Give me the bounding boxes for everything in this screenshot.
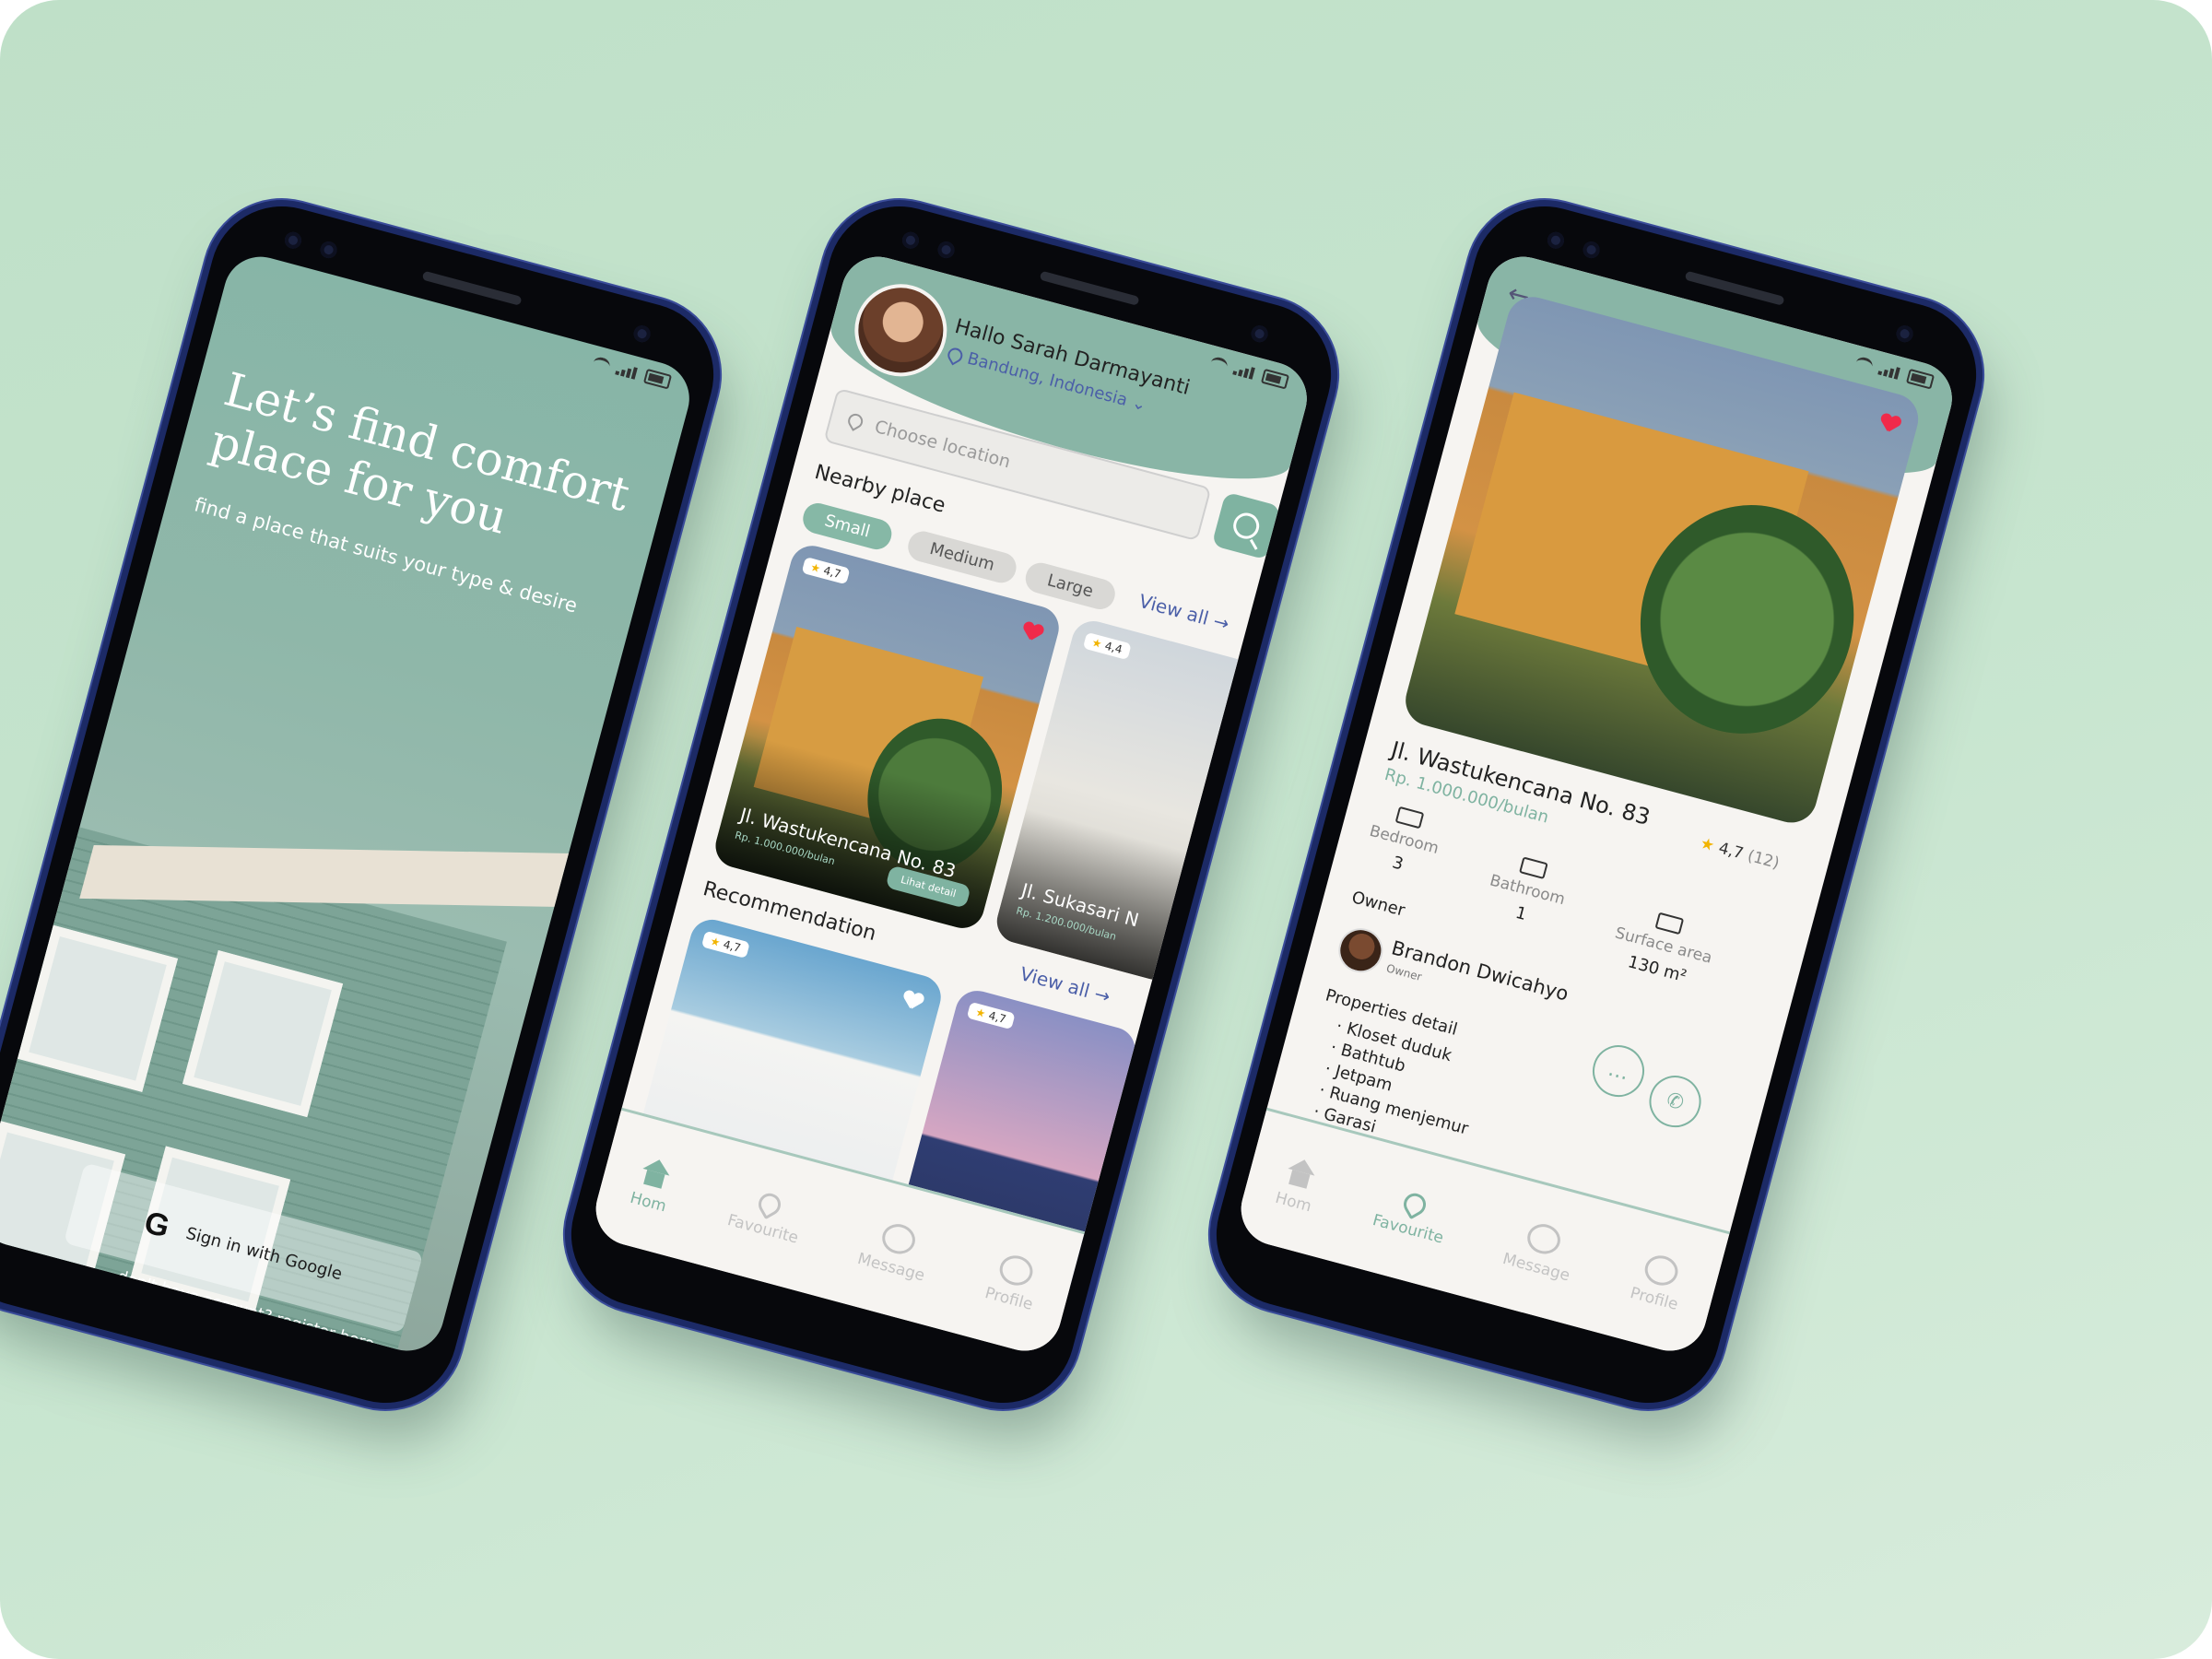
tab-label: Profile (982, 1283, 1035, 1314)
bottom-tab-bar: Hom Favourite Message Profile (1232, 1107, 1731, 1359)
tab-home[interactable]: Hom (628, 1155, 677, 1217)
feature-surface-area: Surface area 130 m² (1606, 902, 1720, 992)
favourite-icon (1399, 1189, 1430, 1220)
profile-icon (1641, 1252, 1682, 1289)
house-icon (1654, 912, 1685, 935)
phone-camera (318, 240, 339, 261)
rating-value: 4,7 (1716, 839, 1746, 864)
owner-label: Owner (1349, 888, 1407, 921)
tab-profile[interactable]: Profile (1628, 1250, 1688, 1314)
tab-label: Favourite (725, 1210, 801, 1248)
battery-icon (642, 368, 673, 390)
tab-profile[interactable]: Profile (982, 1250, 1043, 1314)
message-icon (878, 1220, 919, 1258)
phone-camera (935, 240, 957, 261)
search-button[interactable] (1211, 491, 1281, 560)
view-all-link[interactable]: View all → (1136, 590, 1231, 635)
star-icon: ★ (1090, 635, 1104, 652)
feature-bedroom: Bedroom 3 (1361, 801, 1447, 882)
tab-label: Favourite (1371, 1210, 1446, 1248)
tab-message[interactable]: Message (855, 1216, 935, 1286)
onboarding-headline: Let’s find comfort place for you (205, 362, 635, 545)
rating-badge: ★ 4,7 (700, 930, 750, 959)
chat-icon: … (1606, 1057, 1631, 1085)
rating-badge: ★ 4,4 (1082, 631, 1132, 661)
view-all-link[interactable]: View all → (1018, 962, 1112, 1007)
tab-label: Hom (1273, 1188, 1314, 1217)
phone-camera (1581, 240, 1602, 261)
bathroom-icon (1518, 856, 1548, 879)
location-pin-icon (845, 411, 866, 431)
phone-speaker (1039, 270, 1140, 306)
detail-screen: ← Jl. Wastukencana No. 83 Rp. 1.000.000/… (1232, 248, 1960, 1359)
phone-speaker (1684, 270, 1785, 306)
rating-value: 4,7 (821, 563, 842, 582)
status-bar (592, 355, 673, 390)
tab-label: Message (855, 1249, 927, 1286)
favourite-icon (754, 1189, 785, 1220)
rating-badge: ★ 4,7 (966, 1001, 1016, 1030)
home-icon (636, 1156, 676, 1193)
phone-camera (1249, 324, 1270, 345)
call-button[interactable]: ✆ (1643, 1069, 1707, 1134)
tab-favourite[interactable]: Favourite (1371, 1184, 1453, 1248)
tab-label: Message (1500, 1249, 1572, 1286)
phone-speaker (421, 270, 523, 306)
tab-home[interactable]: Hom (1273, 1155, 1322, 1217)
signal-icon (615, 362, 640, 381)
rating-value: 4,7 (722, 937, 743, 955)
wifi-icon (592, 355, 612, 373)
rating-value: 4,7 (987, 1008, 1008, 1027)
heart-icon[interactable] (1020, 621, 1044, 644)
home-icon (1281, 1156, 1321, 1193)
star-icon: ★ (709, 934, 723, 950)
star-icon: ★ (1698, 834, 1717, 856)
chat-button[interactable]: … (1586, 1039, 1651, 1103)
phone-camera (282, 229, 303, 251)
google-signin-label: Sign in with Google (183, 1223, 345, 1284)
phone-camera (1894, 324, 1915, 345)
feature-bathroom: Bathroom 1 (1481, 850, 1572, 933)
rating-value: 4,4 (1103, 639, 1124, 657)
owner-avatar[interactable] (1333, 923, 1388, 978)
tab-label: Hom (628, 1188, 669, 1217)
rating-count: (12) (1745, 846, 1782, 874)
tab-message[interactable]: Message (1500, 1216, 1581, 1286)
tab-favourite[interactable]: Favourite (725, 1184, 807, 1248)
chip-small[interactable]: Small (799, 500, 895, 553)
phone-camera (900, 229, 921, 251)
rating-badge: ★ 4,7 (801, 557, 851, 585)
phone-camera (631, 324, 653, 345)
heart-icon[interactable] (900, 990, 924, 1013)
background-canvas: Let’s find comfort place for you find a … (0, 0, 2212, 1659)
profile-icon (996, 1252, 1037, 1289)
google-icon: G (140, 1204, 174, 1245)
property-rating: ★ 4,7 (12) (1698, 834, 1781, 873)
phone-icon: ✆ (1664, 1088, 1687, 1115)
star-icon: ★ (973, 1005, 987, 1021)
tab-label: Profile (1628, 1283, 1680, 1314)
star-icon: ★ (808, 560, 822, 576)
bed-icon (1395, 806, 1425, 830)
search-icon (1230, 510, 1263, 542)
heart-icon[interactable] (1877, 413, 1901, 436)
phone-camera (1545, 229, 1566, 251)
message-icon (1524, 1220, 1564, 1258)
